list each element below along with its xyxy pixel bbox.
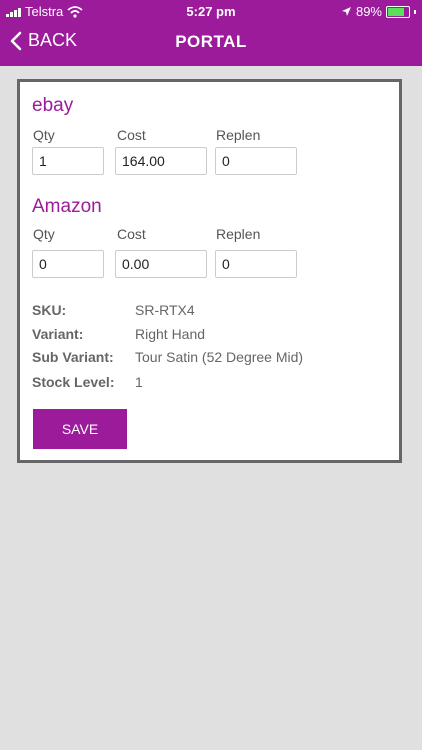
- save-button[interactable]: SAVE: [33, 409, 127, 449]
- battery-icon: [386, 5, 410, 18]
- app-header: Telstra 5:27 pm 89% BACK PORTAL: [0, 0, 422, 66]
- amazon-qty-label: Qty: [33, 226, 55, 242]
- ebay-replen-label: Replen: [216, 127, 261, 143]
- ebay-replen-field[interactable]: [215, 147, 297, 175]
- battery-percent: 89%: [355, 4, 382, 19]
- status-bar: Telstra 5:27 pm 89%: [0, 0, 422, 22]
- nav-bar: BACK PORTAL: [0, 28, 422, 58]
- page-title: PORTAL: [175, 32, 247, 51]
- sub-variant-label: Sub Variant:: [32, 349, 114, 365]
- amazon-replen-label: Replen: [216, 226, 261, 242]
- ebay-cost-field[interactable]: [115, 147, 207, 175]
- ebay-title: ebay: [32, 95, 74, 116]
- amazon-qty-field[interactable]: [32, 250, 104, 278]
- variant-label: Variant:: [32, 326, 84, 342]
- battery-cap: [414, 9, 416, 14]
- battery-fill: [388, 7, 404, 16]
- status-right: 89%: [341, 4, 416, 19]
- amazon-cost-field[interactable]: [115, 250, 207, 278]
- listing-card: ebay Qty Cost Replen Amazon Qty Cost Rep…: [17, 79, 402, 463]
- location-arrow-icon: [341, 7, 351, 16]
- variant-value: Right Hand: [135, 326, 206, 342]
- amazon-title: Amazon: [32, 196, 102, 217]
- sku-value: SR-RTX4: [135, 302, 195, 318]
- ebay-qty-field[interactable]: [32, 147, 104, 175]
- ebay-qty-label: Qty: [33, 127, 55, 143]
- ebay-cost-label: Cost: [117, 127, 146, 143]
- amazon-cost-label: Cost: [117, 226, 146, 242]
- sub-variant-value: Tour Satin (52 Degree Mid): [135, 349, 304, 365]
- amazon-replen-field[interactable]: [215, 250, 297, 278]
- sku-label: SKU:: [32, 302, 67, 318]
- stock-level-value: 1: [135, 374, 143, 390]
- stock-level-label: Stock Level:: [32, 374, 115, 390]
